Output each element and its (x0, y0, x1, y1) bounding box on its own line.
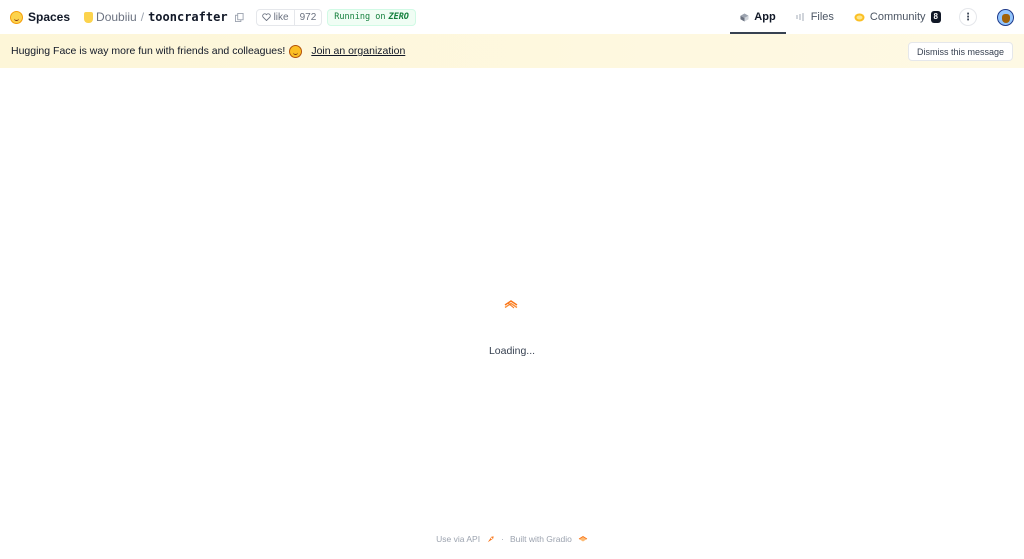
breadcrumb-separator: / (140, 10, 145, 24)
brand-label: Spaces (28, 10, 71, 24)
rocket-icon (487, 535, 494, 542)
running-status-badge[interactable]: Running on ZERO (327, 8, 416, 26)
owner-avatar (84, 11, 94, 23)
files-icon (795, 13, 804, 21)
banner-message: Hugging Face is way more fun with friend… (11, 45, 286, 57)
repo-name-link[interactable]: tooncrafter (148, 10, 227, 24)
loading-text: Loading... (488, 345, 536, 357)
community-icon (854, 13, 865, 21)
app-icon (740, 12, 749, 22)
footer-separator: · (501, 534, 504, 544)
join-organization-link[interactable]: Join an organization (311, 45, 405, 57)
tab-app-label: App (754, 11, 776, 23)
built-with-gradio-link[interactable]: Built with Gradio (510, 534, 572, 544)
built-with-gradio-label: Built with Gradio (509, 534, 572, 544)
like-count[interactable]: 972 (293, 9, 322, 25)
copy-icon[interactable] (234, 11, 246, 23)
spaces-brand-link[interactable]: Spaces (10, 10, 70, 24)
tab-community-label: Community (869, 11, 926, 23)
tab-files-label: Files (810, 11, 834, 23)
use-via-api-label: Use via API (436, 534, 481, 544)
more-options-button[interactable]: ⋮ (959, 8, 977, 26)
running-prefix: Running on (334, 12, 386, 22)
like-widget: like 972 (255, 8, 323, 26)
tab-files[interactable]: Files (786, 0, 844, 34)
hugging-face-emoji-icon (289, 44, 303, 58)
dismiss-message-button[interactable]: Dismiss this message (907, 42, 1013, 61)
heart-icon (261, 13, 271, 21)
user-avatar[interactable] (997, 8, 1014, 26)
owner-link[interactable]: Doubiiu (96, 10, 137, 24)
like-button[interactable]: like (257, 10, 294, 25)
space-nav: App Files Community 8 ⋮ (730, 0, 1014, 34)
use-via-api-link[interactable]: Use via API (436, 534, 480, 544)
gradio-logo-icon (578, 536, 588, 542)
community-count-badge: 8 (930, 11, 941, 23)
like-label: like (273, 11, 289, 23)
running-hardware: ZERO (388, 12, 409, 22)
repo-breadcrumb: Doubiiu / tooncrafter (84, 10, 246, 24)
top-header: Spaces Doubiiu / tooncrafter like 972 Ru… (0, 0, 1024, 34)
footer: Use via API · Built with Gradio (0, 534, 1024, 544)
hf-logo-icon (10, 10, 23, 24)
gradio-loading-icon (504, 300, 518, 309)
tab-community[interactable]: Community 8 (844, 0, 951, 34)
org-banner: Hugging Face is way more fun with friend… (0, 34, 1024, 68)
tab-app[interactable]: App (730, 0, 787, 34)
